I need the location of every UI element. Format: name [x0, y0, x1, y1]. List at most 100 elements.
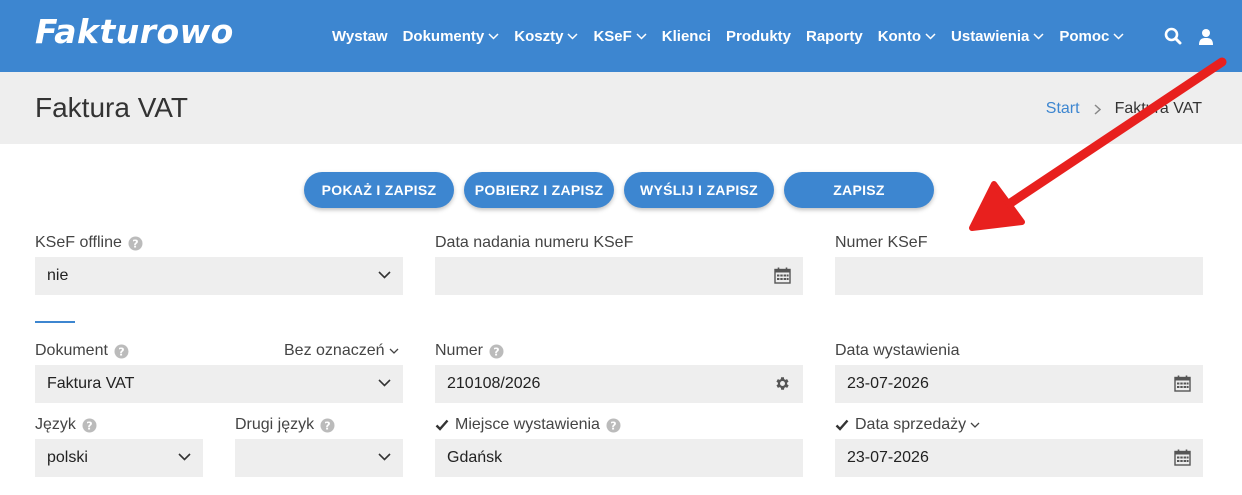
nav-item-ustawienia[interactable]: Ustawienia — [951, 28, 1044, 45]
language-select[interactable]: polski — [35, 439, 203, 477]
help-icon[interactable]: ? — [128, 236, 143, 251]
ksef-number-input[interactable] — [835, 257, 1203, 295]
nav-item-pomoc[interactable]: Pomoc — [1059, 28, 1124, 45]
svg-text:?: ? — [324, 419, 330, 432]
second-language-label: Drugi język ? — [235, 416, 335, 434]
sale-date-input[interactable]: 23-07-2026 — [835, 439, 1203, 477]
issue-date-label: Data wystawienia — [835, 342, 960, 359]
ksef-date-input[interactable] — [435, 257, 803, 295]
checkmark-icon[interactable] — [435, 419, 449, 431]
chevron-down-icon — [378, 453, 391, 461]
sale-date-label[interactable]: Data sprzedaży — [835, 416, 980, 434]
nav-item-label: Raporty — [806, 27, 863, 45]
issue-date-value: 23-07-2026 — [847, 375, 929, 392]
chevron-down-icon — [567, 32, 578, 40]
help-icon[interactable]: ? — [489, 344, 504, 359]
ksef-date-label: Data nadania numeru KSeF — [435, 234, 634, 251]
nav-item-label: Wystaw — [332, 27, 388, 45]
sale-date-value: 23-07-2026 — [847, 449, 929, 466]
chevron-down-icon — [378, 379, 391, 387]
svg-text:?: ? — [118, 345, 124, 358]
nav-item-ksef[interactable]: KSeF — [593, 27, 647, 45]
help-icon[interactable]: ? — [114, 344, 129, 359]
nav-item-label: Konto — [877, 27, 922, 45]
invoice-number-input[interactable]: 210108/2026 — [435, 365, 803, 403]
number-label: Numer ? — [435, 342, 504, 360]
nav-item-klienci[interactable]: Klienci — [662, 28, 711, 45]
calendar-icon[interactable] — [1174, 375, 1191, 392]
invoice-number-value: 210108/2026 — [447, 375, 541, 392]
top-icons — [1148, 0, 1214, 72]
chevron-right-icon — [1094, 103, 1101, 115]
gear-icon[interactable] — [774, 375, 791, 392]
ksef-offline-label: KSeF offline ? — [35, 234, 143, 252]
help-icon[interactable]: ? — [320, 418, 335, 433]
nav-item-produkty[interactable]: Produkty — [726, 28, 791, 45]
user-icon[interactable] — [1198, 28, 1214, 45]
checkmark-icon[interactable] — [835, 419, 849, 431]
place-label-text: Miejsce wystawienia — [455, 416, 600, 433]
nav-item-label: Dokumenty — [402, 27, 485, 45]
chevron-down-icon — [1033, 32, 1044, 40]
nav-item-label: Pomoc — [1059, 27, 1110, 45]
main-nav: Wystaw Dokumenty Koszty KSeF Klienci Produkty… — [332, 0, 1139, 72]
place-value: Gdańsk — [447, 449, 503, 466]
calendar-icon[interactable] — [774, 267, 791, 284]
sale-date-label-text: Data sprzedaży — [855, 416, 967, 433]
save-button[interactable]: ZAPISZ — [784, 172, 934, 208]
document-label-text: Dokument — [35, 342, 108, 359]
page-header: Faktura VAT Start Faktura VAT — [0, 72, 1242, 144]
issue-date-input[interactable]: 23-07-2026 — [835, 365, 1203, 403]
nav-item-raporty[interactable]: Raporty — [806, 28, 863, 45]
chevron-down-icon — [178, 453, 191, 461]
place-input[interactable]: Gdańsk — [435, 439, 803, 477]
svg-text:?: ? — [132, 237, 138, 250]
second-language-select[interactable] — [235, 439, 403, 477]
calendar-icon[interactable] — [1174, 449, 1191, 466]
chevron-down-icon — [1113, 32, 1124, 40]
chevron-down-icon — [925, 32, 936, 40]
ksef-number-label: Numer KSeF — [835, 234, 928, 251]
download-and-save-button[interactable]: POBIERZ I ZAPISZ — [464, 172, 614, 208]
language-label-text: Język — [35, 416, 76, 433]
nav-item-label: Ustawienia — [951, 27, 1030, 45]
svg-text:?: ? — [86, 419, 92, 432]
nav-item-label: Produkty — [725, 27, 791, 45]
chevron-down-icon — [970, 422, 980, 428]
document-label: Dokument ? — [35, 342, 129, 360]
chevron-down-icon — [378, 271, 391, 279]
ksef-offline-select[interactable]: nie — [35, 257, 403, 295]
document-marking-text: Bez oznaczeń — [284, 342, 385, 359]
breadcrumb-current: Faktura VAT — [1114, 100, 1202, 117]
number-label-text: Numer — [435, 342, 484, 359]
nav-item-dokumenty[interactable]: Dokumenty — [403, 28, 500, 45]
svg-text:?: ? — [493, 345, 499, 358]
document-type-value: Faktura VAT — [47, 375, 135, 392]
help-icon[interactable]: ? — [606, 418, 621, 433]
help-icon[interactable]: ? — [82, 418, 97, 433]
search-icon[interactable] — [1164, 27, 1182, 45]
language-label: Język ? — [35, 416, 97, 434]
place-label: Miejsce wystawienia ? — [435, 416, 621, 434]
nav-item-label: Klienci — [661, 27, 711, 45]
chevron-down-icon — [389, 348, 399, 354]
document-marking-dropdown[interactable]: Bez oznaczeń — [284, 342, 399, 360]
nav-item-label: Koszty — [514, 27, 564, 45]
svg-text:?: ? — [610, 419, 616, 432]
breadcrumb-home-link[interactable]: Start — [1046, 100, 1080, 118]
send-and-save-button[interactable]: WYŚLIJ I ZAPISZ — [624, 172, 774, 208]
ksef-offline-value: nie — [47, 267, 69, 284]
page-title: Faktura VAT — [35, 92, 189, 123]
nav-item-koszty[interactable]: Koszty — [514, 28, 578, 45]
nav-item-label: KSeF — [593, 27, 632, 45]
show-and-save-button[interactable]: POKAŻ I ZAPISZ — [304, 172, 454, 208]
second-language-label-text: Drugi język — [235, 416, 315, 433]
language-value: polski — [47, 449, 88, 466]
chevron-down-icon — [636, 32, 647, 40]
section-divider — [35, 321, 75, 323]
document-type-select[interactable]: Faktura VAT — [35, 365, 403, 403]
nav-item-wystaw[interactable]: Wystaw — [332, 28, 388, 45]
nav-item-konto[interactable]: Konto — [878, 28, 936, 45]
brand-logo[interactable]: Fakturowo — [35, 12, 234, 51]
breadcrumb: Start Faktura VAT — [1046, 100, 1202, 118]
